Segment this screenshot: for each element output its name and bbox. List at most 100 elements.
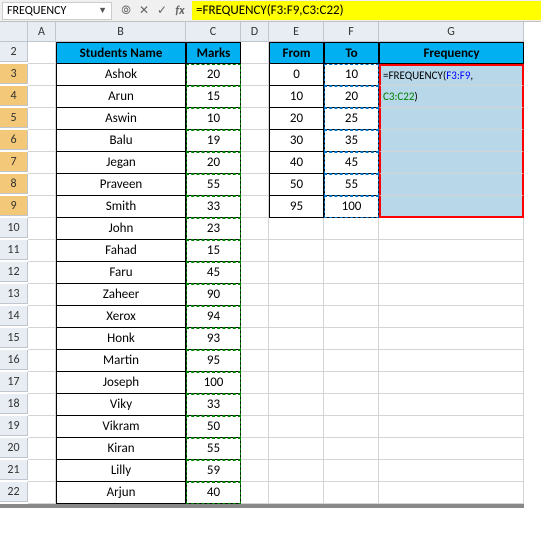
cell[interactable]	[241, 262, 269, 284]
cell[interactable]: 55	[186, 438, 241, 460]
cell[interactable]	[379, 438, 524, 460]
col-header[interactable]: G	[379, 22, 524, 42]
cell[interactable]	[241, 218, 269, 240]
cell[interactable]	[379, 284, 524, 306]
cell[interactable]: Martin	[56, 350, 186, 372]
cell[interactable]	[324, 262, 379, 284]
row-header[interactable]: 12	[0, 262, 28, 282]
col-header[interactable]: E	[269, 22, 324, 42]
cell[interactable]	[241, 108, 269, 130]
row-header[interactable]: 8	[0, 174, 28, 194]
cell[interactable]	[379, 372, 524, 394]
row-header[interactable]: 16	[0, 350, 28, 370]
cell[interactable]	[241, 152, 269, 174]
cell[interactable]: Aswin	[56, 108, 186, 130]
cell[interactable]: 20	[186, 152, 241, 174]
cell[interactable]: 25	[324, 108, 379, 130]
cell[interactable]	[269, 284, 324, 306]
cell[interactable]	[28, 64, 56, 86]
select-all-corner[interactable]	[0, 22, 28, 42]
cell[interactable]	[324, 328, 379, 350]
cell[interactable]	[28, 218, 56, 240]
cell[interactable]	[241, 416, 269, 438]
active-cell[interactable]: =FREQUENCY(F3:F9,	[379, 64, 524, 86]
cell[interactable]	[379, 174, 524, 196]
row-header[interactable]: 11	[0, 240, 28, 260]
cell[interactable]	[28, 372, 56, 394]
cell[interactable]	[269, 460, 324, 482]
cell[interactable]	[28, 130, 56, 152]
cell[interactable]	[379, 130, 524, 152]
cell[interactable]	[269, 262, 324, 284]
col-header[interactable]: F	[324, 22, 379, 42]
row-header[interactable]: 17	[0, 372, 28, 392]
cell[interactable]: Fahad	[56, 240, 186, 262]
row-header[interactable]: 5	[0, 108, 28, 128]
cell[interactable]: Praveen	[56, 174, 186, 196]
cell[interactable]: 20	[269, 108, 324, 130]
cell[interactable]: 35	[324, 130, 379, 152]
cell[interactable]	[269, 306, 324, 328]
cell[interactable]	[379, 328, 524, 350]
cell[interactable]	[324, 218, 379, 240]
cell[interactable]	[269, 416, 324, 438]
cell[interactable]: Xerox	[56, 306, 186, 328]
cell[interactable]: Jegan	[56, 152, 186, 174]
cell[interactable]: 50	[269, 174, 324, 196]
cell[interactable]: 15	[186, 240, 241, 262]
cell[interactable]: To	[324, 42, 379, 64]
row-header[interactable]: 4	[0, 86, 28, 106]
cell[interactable]: 45	[186, 262, 241, 284]
cell[interactable]: 59	[186, 460, 241, 482]
name-box[interactable]: FREQUENCY ▼	[2, 2, 112, 20]
cell[interactable]	[241, 394, 269, 416]
cell[interactable]	[379, 416, 524, 438]
cell[interactable]	[28, 174, 56, 196]
cell[interactable]	[28, 350, 56, 372]
cell[interactable]: Balu	[56, 130, 186, 152]
cell[interactable]: Arjun	[56, 482, 186, 504]
cell[interactable]	[241, 174, 269, 196]
cell[interactable]	[324, 460, 379, 482]
cell[interactable]	[28, 306, 56, 328]
row-header[interactable]: 2	[0, 42, 28, 62]
cell[interactable]	[269, 328, 324, 350]
cell[interactable]: 10	[269, 86, 324, 108]
cell[interactable]	[241, 482, 269, 504]
cell[interactable]: 93	[186, 328, 241, 350]
cell[interactable]: Viky	[56, 394, 186, 416]
cell[interactable]	[241, 460, 269, 482]
cell[interactable]	[324, 394, 379, 416]
cell[interactable]: 94	[186, 306, 241, 328]
cell[interactable]	[269, 394, 324, 416]
cell[interactable]: 45	[324, 152, 379, 174]
row-header[interactable]: 20	[0, 438, 28, 458]
cell[interactable]	[28, 460, 56, 482]
cell[interactable]: John	[56, 218, 186, 240]
cell[interactable]: Smith	[56, 196, 186, 218]
cell[interactable]	[324, 350, 379, 372]
cell[interactable]: 100	[324, 196, 379, 218]
cell[interactable]: Lilly	[56, 460, 186, 482]
cell[interactable]	[241, 240, 269, 262]
cell[interactable]	[241, 328, 269, 350]
cell[interactable]: 55	[186, 174, 241, 196]
cell[interactable]	[28, 152, 56, 174]
cell[interactable]	[241, 130, 269, 152]
cell[interactable]: 33	[186, 196, 241, 218]
cell[interactable]	[241, 64, 269, 86]
cell[interactable]: C3:C22)	[379, 86, 524, 108]
cell[interactable]	[28, 482, 56, 504]
cell[interactable]	[241, 86, 269, 108]
cell[interactable]	[28, 240, 56, 262]
cell[interactable]: 19	[186, 130, 241, 152]
cell[interactable]	[379, 460, 524, 482]
cell[interactable]	[269, 438, 324, 460]
cell[interactable]: Marks	[186, 42, 241, 64]
cancel-icon[interactable]: ✕	[136, 3, 152, 18]
cell[interactable]: Vikram	[56, 416, 186, 438]
formula-input[interactable]: =FREQUENCY(F3:F9,C3:C22)	[192, 1, 541, 20]
cell[interactable]	[379, 152, 524, 174]
cell[interactable]: 15	[186, 86, 241, 108]
cell[interactable]: Students Name	[56, 42, 186, 64]
